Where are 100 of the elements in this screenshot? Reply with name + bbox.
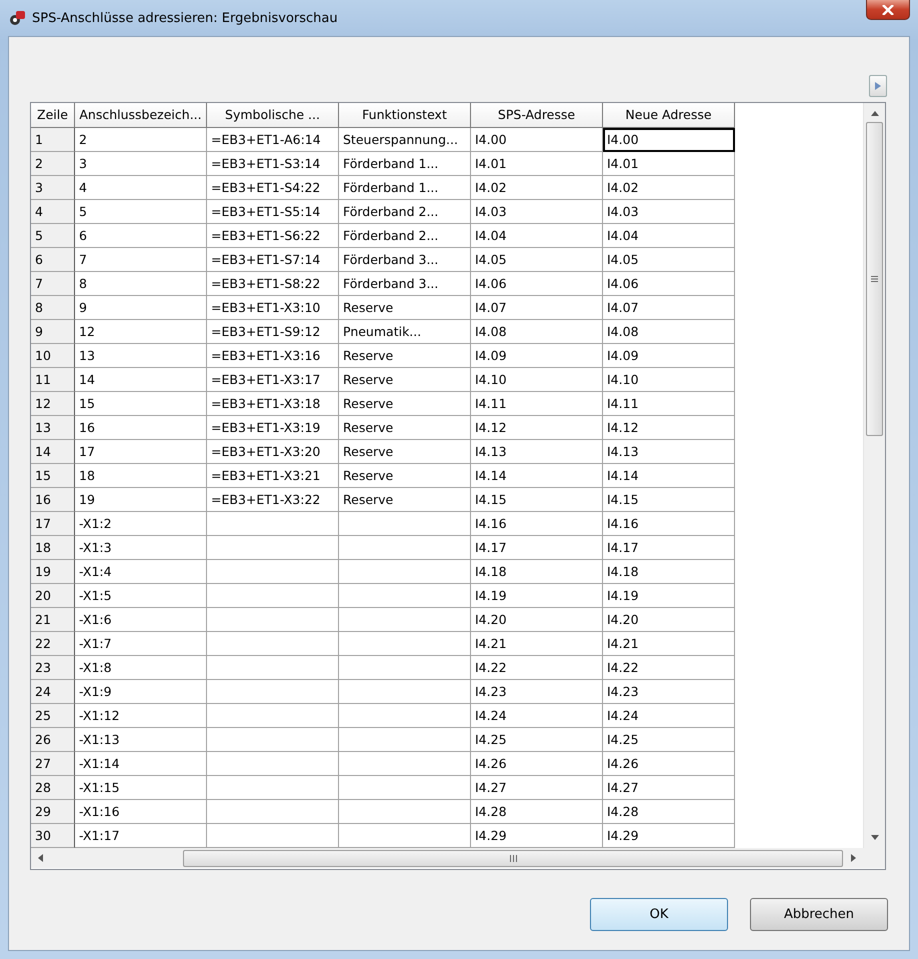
table-cell[interactable]: I4.25 (603, 728, 735, 752)
row-number: 28 (31, 776, 75, 800)
table-cell: -X1:14 (75, 752, 207, 776)
column-header[interactable]: Anschlussbezeich... (75, 103, 207, 128)
table-cell[interactable]: I4.03 (603, 200, 735, 224)
column-header[interactable]: Neue Adresse (603, 103, 735, 128)
table-cell[interactable]: I4.17 (603, 536, 735, 560)
table-cell[interactable]: I4.19 (603, 584, 735, 608)
table-cell[interactable]: I4.24 (603, 704, 735, 728)
table-cell: I4.22 (471, 656, 603, 680)
table-cell: Reserve (339, 440, 471, 464)
column-header[interactable]: SPS-Adresse (471, 103, 603, 128)
table-cell[interactable]: I4.18 (603, 560, 735, 584)
grip-icon (871, 276, 878, 282)
expand-button[interactable] (869, 75, 887, 97)
table-cell[interactable]: I4.29 (603, 824, 735, 848)
table-cell[interactable]: I4.20 (603, 608, 735, 632)
close-button[interactable] (866, 0, 910, 20)
table-cell: =EB3+ET1-X3:18 (207, 392, 339, 416)
column-header[interactable]: Symbolische ... (207, 103, 339, 128)
row-number: 18 (31, 536, 75, 560)
grip-icon (510, 854, 516, 862)
cancel-button[interactable]: Abbrechen (750, 898, 888, 931)
table-cell: -X1:4 (75, 560, 207, 584)
table-cell[interactable]: I4.22 (603, 656, 735, 680)
window-title: SPS-Anschlüsse adressieren: Ergebnisvorschau (32, 10, 338, 26)
play-icon (874, 82, 882, 90)
table-cell: -X1:5 (75, 584, 207, 608)
column-header[interactable]: Zeile (31, 103, 75, 128)
table-cell: -X1:17 (75, 824, 207, 848)
table-cell[interactable]: I4.10 (603, 368, 735, 392)
table-cell[interactable]: I4.28 (603, 800, 735, 824)
row-number: 29 (31, 800, 75, 824)
table-cell: Reserve (339, 464, 471, 488)
table-cell: I4.06 (471, 272, 603, 296)
row-number: 19 (31, 560, 75, 584)
table-cell[interactable]: I4.26 (603, 752, 735, 776)
table-cell[interactable]: I4.08 (603, 320, 735, 344)
table-cell[interactable]: I4.04 (603, 224, 735, 248)
table-cell[interactable]: I4.09 (603, 344, 735, 368)
ok-button[interactable]: OK (590, 898, 728, 931)
table-cell[interactable]: I4.05 (603, 248, 735, 272)
table-cell: Förderband 3... (339, 248, 471, 272)
table-cell: 16 (75, 416, 207, 440)
table-cell[interactable]: I4.11 (603, 392, 735, 416)
table-cell[interactable]: I4.23 (603, 680, 735, 704)
row-number: 30 (31, 824, 75, 848)
table-cell: -X1:12 (75, 704, 207, 728)
table-cell: Steuerspannung... (339, 128, 471, 152)
table-cell: =EB3+ET1-S6:22 (207, 224, 339, 248)
table-cell: 5 (75, 200, 207, 224)
vertical-scrollbar[interactable] (863, 103, 885, 848)
table-cell[interactable]: I4.00 (603, 128, 735, 152)
row-number: 24 (31, 680, 75, 704)
row-number: 9 (31, 320, 75, 344)
table-cell: I4.09 (471, 344, 603, 368)
row-number: 13 (31, 416, 75, 440)
table-cell: =EB3+ET1-S9:12 (207, 320, 339, 344)
table-cell: Reserve (339, 368, 471, 392)
table-cell: 14 (75, 368, 207, 392)
table-cell: =EB3+ET1-S5:14 (207, 200, 339, 224)
table-cell[interactable]: I4.13 (603, 440, 735, 464)
table-cell: -X1:6 (75, 608, 207, 632)
table-cell[interactable]: I4.12 (603, 416, 735, 440)
row-number: 23 (31, 656, 75, 680)
table-cell: I4.15 (471, 488, 603, 512)
table-cell: I4.12 (471, 416, 603, 440)
table-cell[interactable]: I4.14 (603, 464, 735, 488)
table-cell: =EB3+ET1-S7:14 (207, 248, 339, 272)
row-number: 10 (31, 344, 75, 368)
row-number: 20 (31, 584, 75, 608)
table-cell: Reserve (339, 488, 471, 512)
table-cell[interactable]: I4.15 (603, 488, 735, 512)
table-cell[interactable]: I4.16 (603, 512, 735, 536)
table-cell[interactable]: I4.02 (603, 176, 735, 200)
table-cell: =EB3+ET1-X3:22 (207, 488, 339, 512)
row-number: 7 (31, 272, 75, 296)
table-cell: -X1:8 (75, 656, 207, 680)
table-cell[interactable]: I4.06 (603, 272, 735, 296)
table-cell[interactable]: I4.07 (603, 296, 735, 320)
table-cell: Förderband 3... (339, 272, 471, 296)
scroll-left-icon (38, 854, 43, 862)
table-cell[interactable]: I4.01 (603, 152, 735, 176)
column-header[interactable]: Funktionstext (339, 103, 471, 128)
table-cell: Förderband 2... (339, 224, 471, 248)
table-cell: I4.17 (471, 536, 603, 560)
table-cell: =EB3+ET1-X3:19 (207, 416, 339, 440)
table-cell: -X1:16 (75, 800, 207, 824)
row-number: 2 (31, 152, 75, 176)
table-cell: Reserve (339, 344, 471, 368)
horizontal-scrollbar[interactable] (31, 848, 863, 868)
table-cell: =EB3+ET1-X3:10 (207, 296, 339, 320)
table-cell: Förderband 1... (339, 152, 471, 176)
table-cell[interactable]: I4.27 (603, 776, 735, 800)
row-number: 1 (31, 128, 75, 152)
table-cell: 4 (75, 176, 207, 200)
table-cell: 8 (75, 272, 207, 296)
row-number: 8 (31, 296, 75, 320)
table-cell: =EB3+ET1-S4:22 (207, 176, 339, 200)
table-cell[interactable]: I4.21 (603, 632, 735, 656)
